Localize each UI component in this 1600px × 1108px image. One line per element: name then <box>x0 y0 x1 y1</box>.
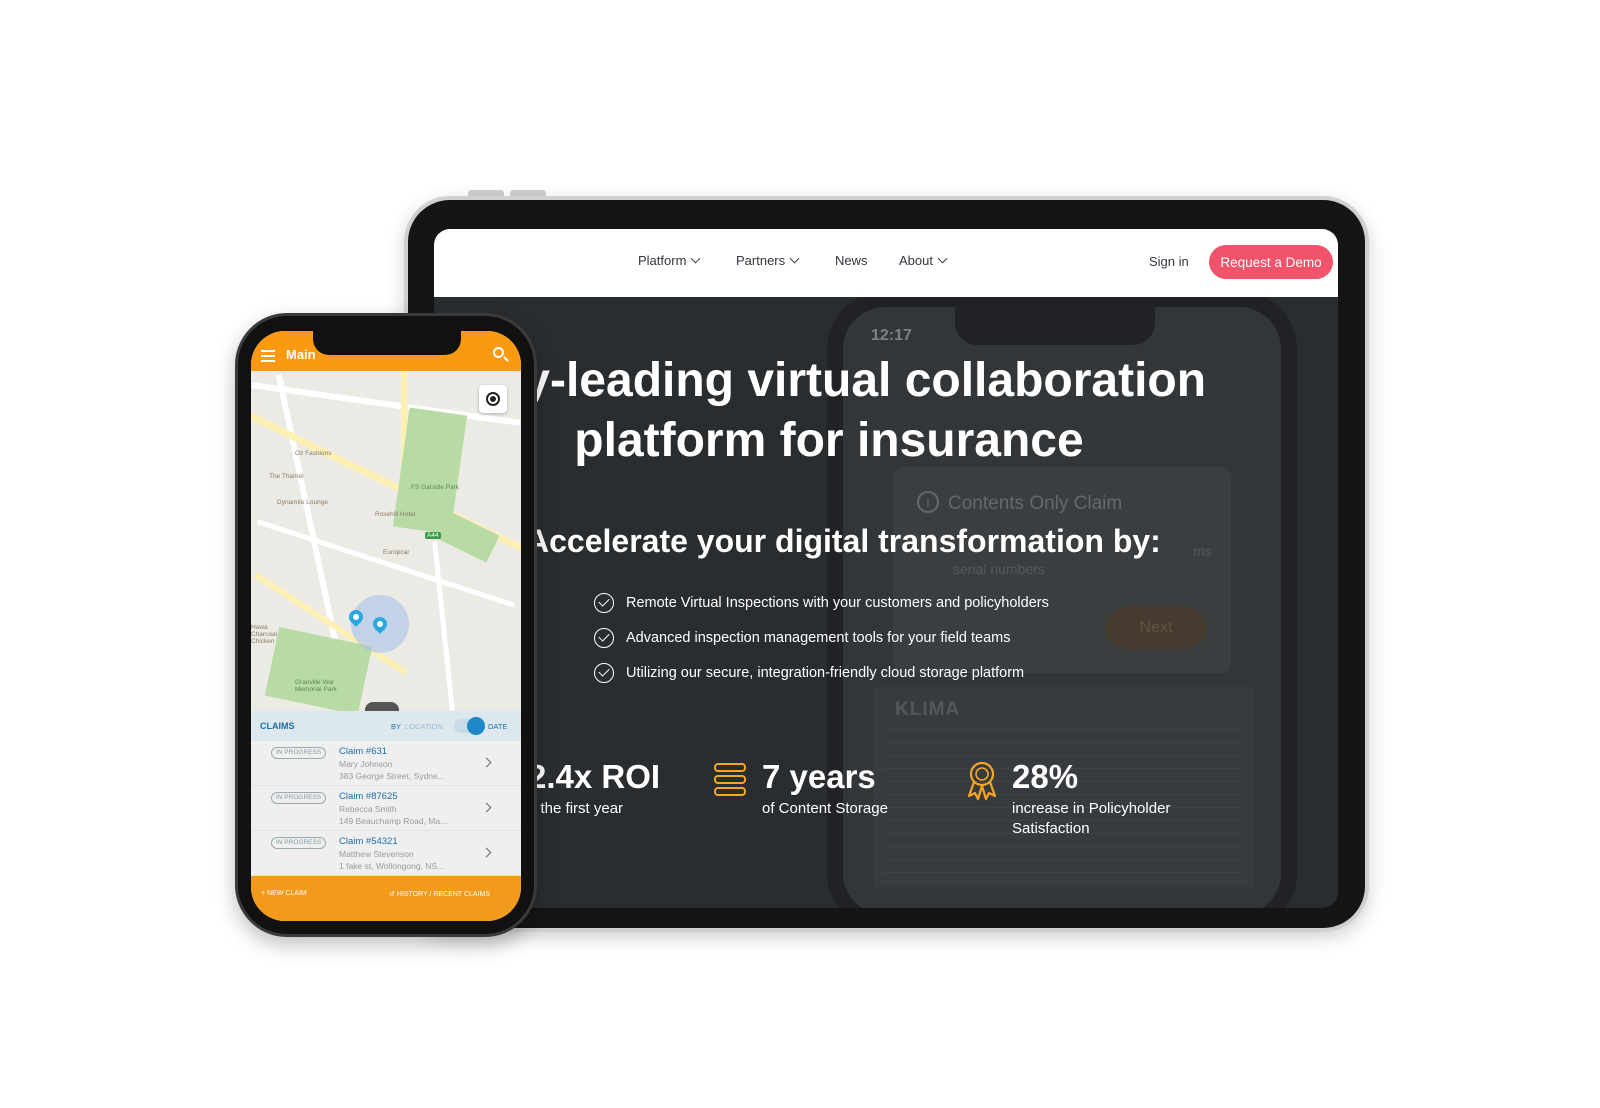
status-badge: IN PROGRESS <box>271 837 327 849</box>
claim-customer-name: Rebecca Smith <box>339 804 397 814</box>
feature-item: Remote Virtual Inspections with your cus… <box>594 585 1049 620</box>
info-icon: i <box>917 491 939 513</box>
claim-customer-name: Matthew Stevenson <box>339 849 414 859</box>
claims-map[interactable]: Oz Fashions The Thamel Dynamite Lounge R… <box>251 371 521 711</box>
map-label: Granville War Memorial Park <box>295 679 337 693</box>
sort-location-label[interactable]: LOCATION <box>405 722 443 731</box>
nav-partners[interactable]: Partners <box>736 253 800 268</box>
claims-title: CLAIMS <box>260 721 295 731</box>
database-icon <box>714 763 746 799</box>
chevron-down-icon <box>937 253 948 264</box>
map-road-sign: A44 <box>425 532 441 539</box>
app-bottom-bar: + NEW CLAIM ↺ HISTORY / RECENT CLAIMS <box>251 876 521 921</box>
map-label: FS Garside Park <box>411 484 460 491</box>
claim-address: 383 George Street, Sydne... <box>339 771 445 781</box>
nav-about[interactable]: About <box>899 253 948 268</box>
chevron-down-icon <box>690 253 701 264</box>
hero-title-line: platform for insurance <box>574 414 1084 467</box>
request-demo-button[interactable]: Request a Demo <box>1209 245 1333 279</box>
claim-customer-name: Mary Johnson <box>339 759 393 769</box>
app-title: Main <box>286 347 316 362</box>
map-label: Rosehill Hotel <box>375 511 416 518</box>
phone-screen: Main Oz Fashions The Thamel Dynamite Lou… <box>251 331 521 921</box>
background-card-text: serial numbers <box>953 561 1045 577</box>
background-next-button: Next <box>1105 607 1207 649</box>
map-label: Hawa Charcoal Chicken <box>251 624 278 645</box>
map-label: The Thamel <box>269 473 304 480</box>
feature-list: Remote Virtual Inspections with your cus… <box>594 585 1049 690</box>
menu-icon[interactable] <box>261 350 275 365</box>
status-badge: IN PROGRESS <box>271 747 327 759</box>
sort-toggle[interactable] <box>454 717 485 735</box>
map-label: Dynamite Lounge <box>277 499 328 506</box>
claim-list-item[interactable]: IN PROGRESS Claim #87625 Rebecca Smith 1… <box>251 786 521 831</box>
map-road <box>432 541 455 711</box>
chevron-down-icon <box>789 253 800 264</box>
map-label: Europcar <box>383 549 410 556</box>
claim-address: 1 fake st, Wollongong, NS... <box>339 861 445 871</box>
phone-notch <box>313 331 461 355</box>
site-navbar: Platform Partners News About Sign in Req… <box>434 229 1338 297</box>
chevron-right-icon <box>481 847 492 858</box>
check-circle-icon <box>594 592 614 613</box>
feature-item: Advanced inspection management tools for… <box>594 620 1049 655</box>
locate-me-icon[interactable] <box>479 385 507 413</box>
feature-item: Utilizing our secure, integration-friend… <box>594 655 1049 690</box>
check-circle-icon <box>594 627 614 648</box>
tablet-screen: Platform Partners News About Sign in Req… <box>434 229 1338 908</box>
stat-satisfaction: 28% increase in Policyholder Satisfactio… <box>1012 758 1171 837</box>
background-phone-time: 12:17 <box>871 327 912 344</box>
stat-roi: 2.4x ROI n the first year <box>528 758 661 817</box>
hero-section: 12:17 i Contents Only Claim ms serial nu… <box>434 297 1338 908</box>
sign-in-link[interactable]: Sign in <box>1149 254 1189 269</box>
tablet-device: Platform Partners News About Sign in Req… <box>404 196 1369 932</box>
collapse-map-chevron-icon[interactable] <box>365 702 399 711</box>
claim-list-item[interactable]: IN PROGRESS Claim #54321 Matthew Stevens… <box>251 831 521 876</box>
claims-header: CLAIMS BY LOCATION DATE <box>251 711 521 741</box>
claim-id: Claim #54321 <box>339 836 398 847</box>
device-mockup-stage: Platform Partners News About Sign in Req… <box>0 0 1600 1108</box>
stat-storage: 7 years of Content Storage <box>762 758 888 817</box>
chevron-right-icon <box>481 802 492 813</box>
sort-by-label: BY <box>391 722 402 731</box>
phone-device: Main Oz Fashions The Thamel Dynamite Lou… <box>235 313 537 937</box>
nav-platform[interactable]: Platform <box>638 253 701 268</box>
background-label-brand: KLIMA <box>895 699 961 720</box>
new-claim-button[interactable]: + NEW CLAIM <box>261 890 307 897</box>
map-label: Oz Fashions <box>295 450 332 457</box>
hero-title: stry-leading virtual collaboration platf… <box>462 351 1244 471</box>
claim-list-item[interactable]: IN PROGRESS Claim #631 Mary Johnson 383 … <box>251 741 521 786</box>
background-phone-notch <box>955 305 1155 345</box>
history-button[interactable]: ↺ HISTORY / RECENT CLAIMS <box>389 890 490 898</box>
hero-subtitle: Accelerate your digital transformation b… <box>526 523 1161 559</box>
history-icon: ↺ <box>389 891 397 898</box>
hero-title-line: stry-leading virtual collaboration <box>461 354 1207 407</box>
claim-id: Claim #87625 <box>339 791 398 802</box>
check-circle-icon <box>594 662 614 683</box>
chevron-right-icon <box>481 757 492 768</box>
award-icon <box>967 761 997 801</box>
background-card-text: ms <box>1193 543 1212 559</box>
claim-id: Claim #631 <box>339 746 388 757</box>
sort-date-label[interactable]: DATE <box>488 722 507 731</box>
claim-address: 149 Beauchamp Road, Ma... <box>339 816 448 826</box>
search-icon[interactable] <box>493 347 504 358</box>
nav-news[interactable]: News <box>835 253 868 268</box>
background-card-title: Contents Only Claim <box>948 493 1123 514</box>
status-badge: IN PROGRESS <box>271 792 327 804</box>
